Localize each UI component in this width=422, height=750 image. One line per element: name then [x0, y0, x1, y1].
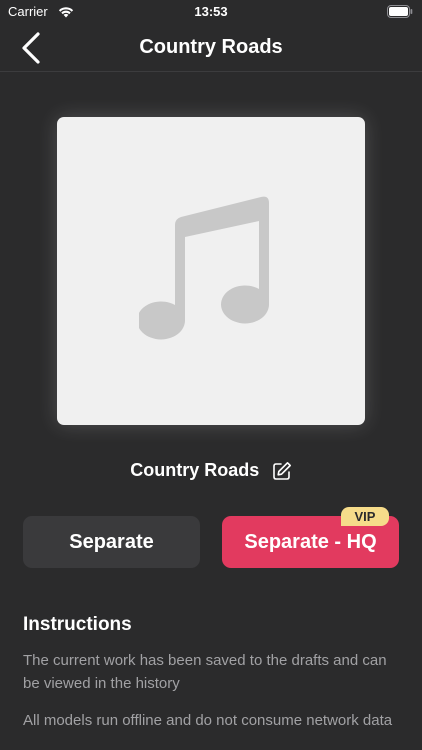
vip-badge: VIP	[341, 507, 389, 526]
navigation-bar: Country Roads	[0, 24, 422, 72]
status-time: 13:53	[194, 4, 228, 19]
music-note-icon	[139, 196, 269, 340]
album-artwork	[57, 117, 365, 425]
instructions-heading: Instructions	[23, 614, 132, 635]
instruction-item: The current work has been saved to the d…	[23, 652, 387, 692]
song-title-row: Country Roads	[0, 460, 422, 486]
status-bar: Carrier 13:53	[0, 0, 422, 24]
page-title: Country Roads	[139, 36, 283, 58]
separate-button[interactable]: Separate	[23, 516, 200, 568]
song-title: Country Roads	[130, 460, 260, 480]
edit-icon[interactable]	[272, 461, 292, 481]
instruction-item: All models run offline and do not consum…	[23, 712, 393, 729]
battery-icon	[387, 5, 413, 18]
back-chevron-icon[interactable]	[14, 28, 50, 68]
